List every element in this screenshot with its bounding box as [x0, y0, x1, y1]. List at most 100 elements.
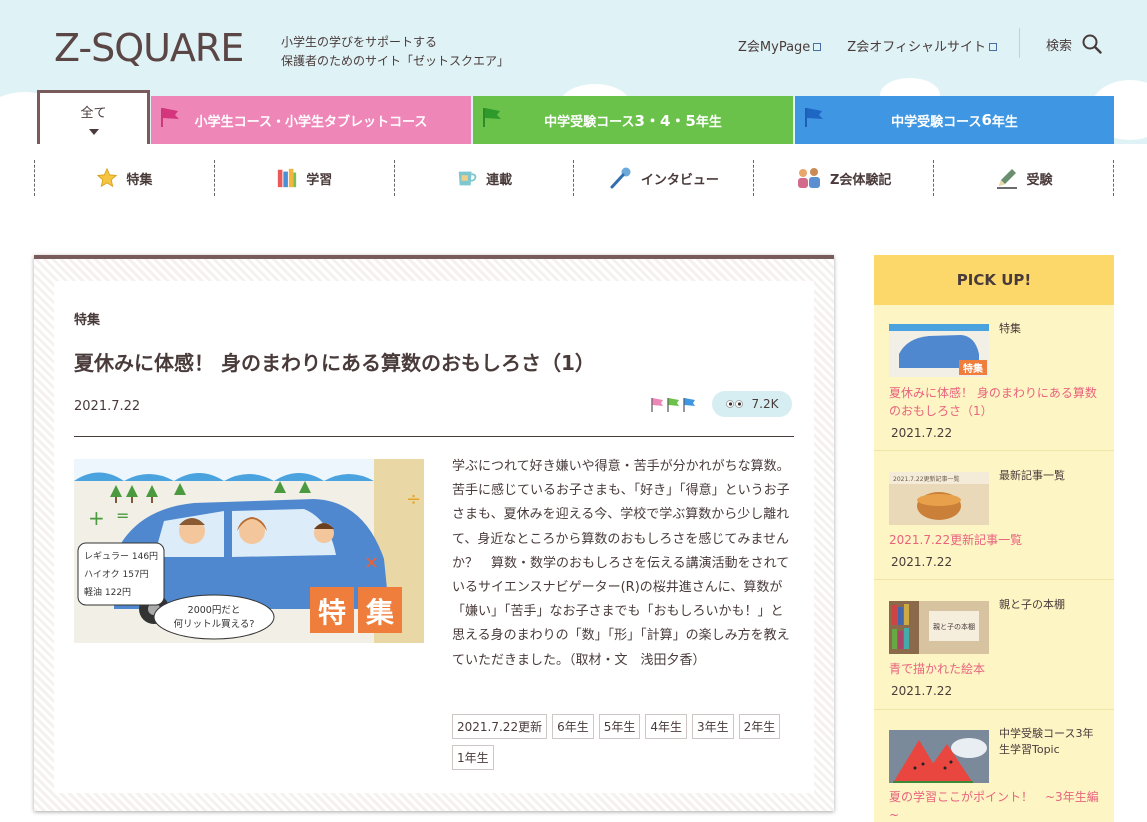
pickup-sidebar: PICK UP! 特集 特集 夏休みに体感！ 身のまわりにある算数のおもしろさ（… [874, 255, 1114, 822]
tab-elementary-course[interactable]: 小学生コース・小学生タブレットコース [151, 96, 471, 144]
pickup-title[interactable]: 青で描かれた絵本 [889, 660, 1104, 678]
external-link-icon [988, 43, 997, 51]
tag-grade-2[interactable]: 2年生 [738, 714, 781, 739]
people-icon [798, 168, 820, 188]
category-feature-label: 特集 [126, 172, 153, 188]
pencil-icon [996, 169, 1017, 189]
svg-text:2021.7.22更新記事一覧: 2021.7.22更新記事一覧 [893, 475, 960, 483]
tab-exam-6-suffix: 年生 [991, 114, 1018, 130]
microphone-icon [610, 167, 631, 189]
svg-text:=: = [116, 506, 129, 525]
pickup-item[interactable]: 2021.7.22更新記事一覧 最新記事一覧 2021.7.22更新記事一覧 2… [874, 451, 1114, 580]
star-icon [97, 167, 118, 188]
pickup-thumbnail: 2021.7.22更新記事一覧 [889, 472, 989, 525]
article-summary: 学ぶにつれて好き嫌いや得意・苦手が分かれがちな算数。苦手に感じているお子さまも、… [452, 459, 790, 668]
search-icon [1082, 34, 1102, 54]
category-series-label: 連載 [486, 172, 513, 188]
tag-grade-6[interactable]: 6年生 [552, 714, 594, 739]
svg-text:何リットル買える?: 何リットル買える? [174, 618, 255, 630]
tea-thumbnail: 2021.7.22更新記事一覧 [889, 472, 989, 525]
tab-exam-345[interactable]: 中学受験コース 3・4・5 年生 [473, 96, 793, 144]
eyes-icon [725, 400, 743, 408]
category-study-label: 学習 [306, 172, 333, 188]
svg-text:親と子の本棚: 親と子の本棚 [933, 622, 975, 631]
pickup-date: 2021.7.22 [891, 426, 953, 440]
article-date: 2021.7.22 [74, 399, 141, 414]
tagline-line-2: 保護者のためのサイト「ゼットスクエア」 [281, 54, 510, 68]
pickup-item[interactable]: 特集 特集 夏休みに体感！ 身のまわりにある算数のおもしろさ（1） 2021.7… [874, 305, 1114, 451]
svg-text:ハイオク 157円: ハイオク 157円 [84, 569, 149, 580]
external-link-icon [813, 43, 822, 51]
pickup-title[interactable]: 夏の学習ここがポイント！ ~3年生編~ [889, 788, 1104, 822]
article-title: 夏休みに体感！ 身のまわりにある算数のおもしろさ（1） [74, 351, 595, 375]
course-flags [650, 397, 696, 413]
category-feature[interactable]: 特集 [34, 160, 214, 196]
car-family-thumbnail: 特集 [889, 324, 989, 377]
article-tags: 2021.7.22更新 6年生 5年生 4年生 3年生 2年生 1年生 [452, 714, 794, 770]
pickup-category: 最新記事一覧 [999, 469, 1065, 482]
search-label: 検索 [1046, 38, 1073, 54]
tagline-line-1: 小学生の学びをサポートする [281, 35, 438, 49]
pickup-title[interactable]: 夏休みに体感！ 身のまわりにある算数のおもしろさ（1） [889, 384, 1104, 420]
tab-exam-345-label: 中学受験コース [544, 114, 635, 130]
pickup-date: 2021.7.22 [891, 555, 953, 569]
article-illustration[interactable]: 特 集 レギュラー 146円 ハイオク 157円 軽油 122円 2000円だと… [74, 459, 424, 643]
site-tagline: 小学生の学びをサポートする 保護者のためのサイト「ゼットスクエア」 [281, 33, 509, 71]
category-exam[interactable]: 受験 [933, 160, 1114, 196]
article-card: 特集 夏休みに体感！ 身のまわりにある算数のおもしろさ（1） 2021.7.22… [34, 255, 834, 811]
category-experience[interactable]: Z会体験記 [753, 160, 933, 196]
svg-text:÷: ÷ [406, 489, 421, 510]
header-divider [1019, 28, 1020, 58]
svg-text:✕: ✕ [364, 553, 379, 574]
pickup-thumbnail: 特集 [889, 324, 989, 377]
pickup-title[interactable]: 2021.7.22更新記事一覧 [889, 531, 1104, 549]
pickup-date: 2021.7.22 [891, 684, 953, 698]
tab-all[interactable]: 全て [37, 90, 150, 144]
svg-text:2000円だと: 2000円だと [188, 605, 241, 616]
pickup-category: 特集 [999, 322, 1021, 335]
tag-grade-4[interactable]: 4年生 [645, 714, 687, 739]
tag-grade-5[interactable]: 5年生 [598, 714, 641, 739]
svg-text:+: + [88, 506, 105, 530]
tab-exam-345-suffix: 年生 [695, 114, 722, 130]
site-logo[interactable]: Z-SQUARE [54, 26, 244, 70]
flag-icon [483, 108, 501, 127]
category-experience-label: Z会体験記 [830, 172, 892, 188]
article-category[interactable]: 特集 [74, 309, 100, 328]
category-study[interactable]: 学習 [213, 160, 394, 196]
tag-grade-1[interactable]: 1年生 [452, 745, 494, 770]
tab-exam-6[interactable]: 中学受験コース 6 年生 [795, 96, 1114, 144]
pickup-item[interactable]: 中学受験コース3年生学習Topic 夏の学習ここがポイント！ ~3年生編~ [874, 710, 1114, 822]
pickup-item[interactable]: 親と子の本棚 親と子の本棚 青で描かれた絵本 2021.7.22 [874, 580, 1114, 710]
flag-icon [161, 108, 179, 127]
tag-update-date[interactable]: 2021.7.22更新 [452, 714, 548, 739]
tag-grade-3[interactable]: 3年生 [692, 714, 734, 739]
category-series[interactable]: 連載 [393, 160, 574, 196]
watermelon-thumbnail [889, 730, 989, 783]
chevron-down-icon [88, 129, 99, 135]
official-site-link[interactable]: Z会オフィシャルサイト [847, 36, 997, 55]
pickup-category: 親と子の本棚 [999, 598, 1065, 611]
tab-exam-6-grade: 6 [981, 111, 992, 129]
car-family-illustration: 特 集 レギュラー 146円 ハイオク 157円 軽油 122円 2000円だと… [74, 459, 424, 643]
svg-text:レギュラー 146円: レギュラー 146円 [84, 551, 158, 562]
pickup-thumbnail [889, 730, 989, 783]
course-tabs: 全て 小学生コース・小学生タブレットコース 中学受験コース 3・4・5 年生 中学… [0, 90, 1147, 144]
tab-elementary-label: 小学生コース・小学生タブレットコース [194, 114, 428, 130]
category-interview-label: インタビュー [640, 172, 719, 188]
cup-icon [458, 171, 477, 186]
tab-exam-345-grades: 3・4・5 [634, 111, 696, 130]
flag-icon [651, 398, 663, 412]
view-count: 7.2K [751, 397, 779, 411]
top-links: Z会MyPage Z会オフィシャルサイト [738, 36, 997, 55]
pickup-thumbnail: 親と子の本棚 [889, 601, 989, 654]
svg-text:軽油 122円: 軽油 122円 [84, 586, 131, 598]
svg-text:集: 集 [365, 596, 394, 629]
pickup-category: 中学受験コース3年生学習Topic [999, 727, 1094, 756]
view-count-badge: 7.2K [712, 391, 792, 417]
search-button[interactable]: 検索 [1046, 34, 1102, 54]
flag-icon [805, 108, 823, 127]
category-interview[interactable]: インタビュー [573, 160, 753, 196]
official-site-link-label: Z会オフィシャルサイト [847, 40, 986, 55]
mypage-link[interactable]: Z会MyPage [738, 36, 822, 55]
